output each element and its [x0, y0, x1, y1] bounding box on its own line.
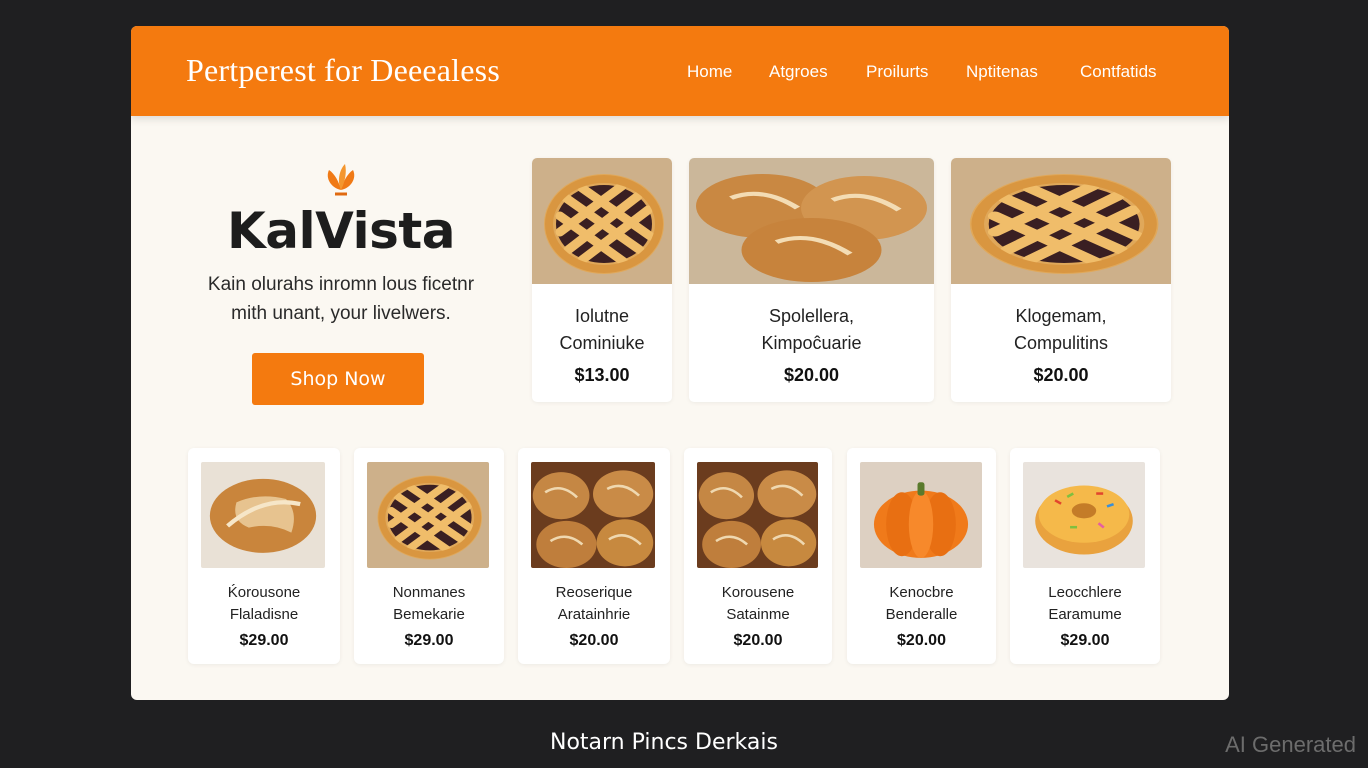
bread-rolls-image [531, 462, 655, 568]
product-price: $29.00 [239, 632, 289, 649]
product-name-line-1: Kenocbre [889, 584, 954, 601]
featured-card[interactable]: Iolutne Cominiuke $13.00 [532, 158, 672, 402]
lattice-pie-image [532, 158, 672, 284]
bread-loaf-image [201, 462, 325, 568]
product-name-line-2: Bemekarie [393, 606, 465, 623]
product-name-line-2: Compulitins [1013, 333, 1109, 353]
product-name-line-2: Flaladisne [229, 606, 299, 623]
product-name-line-1: Nonmanes [392, 584, 466, 601]
product-price: $20.00 [733, 632, 783, 649]
footer-caption: Notarn Pincs Derkais [550, 730, 778, 755]
product-price: $20.00 [897, 632, 946, 649]
product-card[interactable]: Kenocbre Benderalle $20.00 [847, 448, 996, 664]
brand-name: KalVista [227, 202, 455, 260]
tagline-line-1: Kain olurahs inromn lous ficetnr [207, 274, 475, 295]
product-price: $20.00 [1033, 365, 1089, 385]
tagline-line-2: mith unant, your livelwers. [231, 303, 451, 324]
hero-tagline: Kain olurahs inromn lous ficetnr mith un… [171, 270, 511, 328]
product-name-line-1: Klogemam, [1015, 306, 1107, 326]
product-price: $20.00 [569, 632, 619, 649]
app-window: Pertperest for Deeealess Home Atgroes Pr… [131, 26, 1229, 700]
product-card[interactable]: Korousene Satainme $20.00 [684, 448, 832, 664]
featured-card[interactable]: Klogemam, Compulitins $20.00 [951, 158, 1171, 402]
featured-card[interactable]: Spolellera, Kimpoĉuarie $20.00 [689, 158, 934, 402]
nav-link-home[interactable]: Home [687, 62, 732, 82]
bread-loaves-image [689, 158, 934, 284]
product-name-line-2: Aratainhrie [557, 606, 631, 623]
nav-link-4[interactable]: Nptitenas [966, 62, 1038, 82]
ai-generated-watermark: AI Generated [1225, 732, 1356, 757]
product-card[interactable]: Ḱorousone Flaladisne $29.00 [188, 448, 340, 664]
product-name-line-2: Cominiuke [559, 333, 645, 353]
leaf-logo-icon [321, 160, 361, 200]
nav-link-contact[interactable]: Contfatids [1080, 62, 1157, 82]
product-name-line-1: Iolutne [574, 306, 630, 326]
nav-link-2[interactable]: Atgroes [769, 62, 828, 82]
product-price: $29.00 [1060, 632, 1110, 649]
product-card[interactable]: Reoserique Aratainhrie $20.00 [518, 448, 670, 664]
product-card[interactable]: Nonmanes Bemekarie $29.00 [354, 448, 504, 664]
product-price: $20.00 [783, 365, 840, 385]
product-card[interactable]: Leocchlere Earamume $29.00 [1010, 448, 1160, 664]
bread-rolls-image [697, 462, 818, 568]
product-name-line-1: Reoserique [555, 584, 633, 601]
main-nav: Home Atgroes Proilurts Nptitenas Contfat… [131, 62, 1229, 84]
product-name-line-1: Spolellera, [768, 306, 855, 326]
nav-link-products[interactable]: Proilurts [866, 62, 928, 82]
product-price: $29.00 [404, 632, 454, 649]
header-bar: Pertperest for Deeealess Home Atgroes Pr… [131, 26, 1229, 116]
shop-now-button[interactable]: Shop Now [252, 353, 424, 405]
product-name-line-2: Benderalle [885, 606, 958, 623]
lattice-pie-image [951, 158, 1171, 284]
lattice-pie-image [367, 462, 489, 568]
product-name-line-1: Ḱorousone [227, 584, 301, 601]
product-price: $13.00 [574, 365, 630, 385]
donut-image [1023, 462, 1145, 568]
product-name-line-2: Kimpoĉuarie [761, 333, 862, 353]
product-name-line-2: Earamume [1048, 606, 1122, 623]
product-name-line-1: Leocchlere [1048, 584, 1122, 601]
pumpkin-image [860, 462, 982, 568]
product-name-line-2: Satainme [726, 606, 790, 623]
product-name-line-1: Korousene [721, 584, 795, 601]
hero-section: KalVista Kain olurahs inromn lous ficetn… [131, 116, 551, 436]
